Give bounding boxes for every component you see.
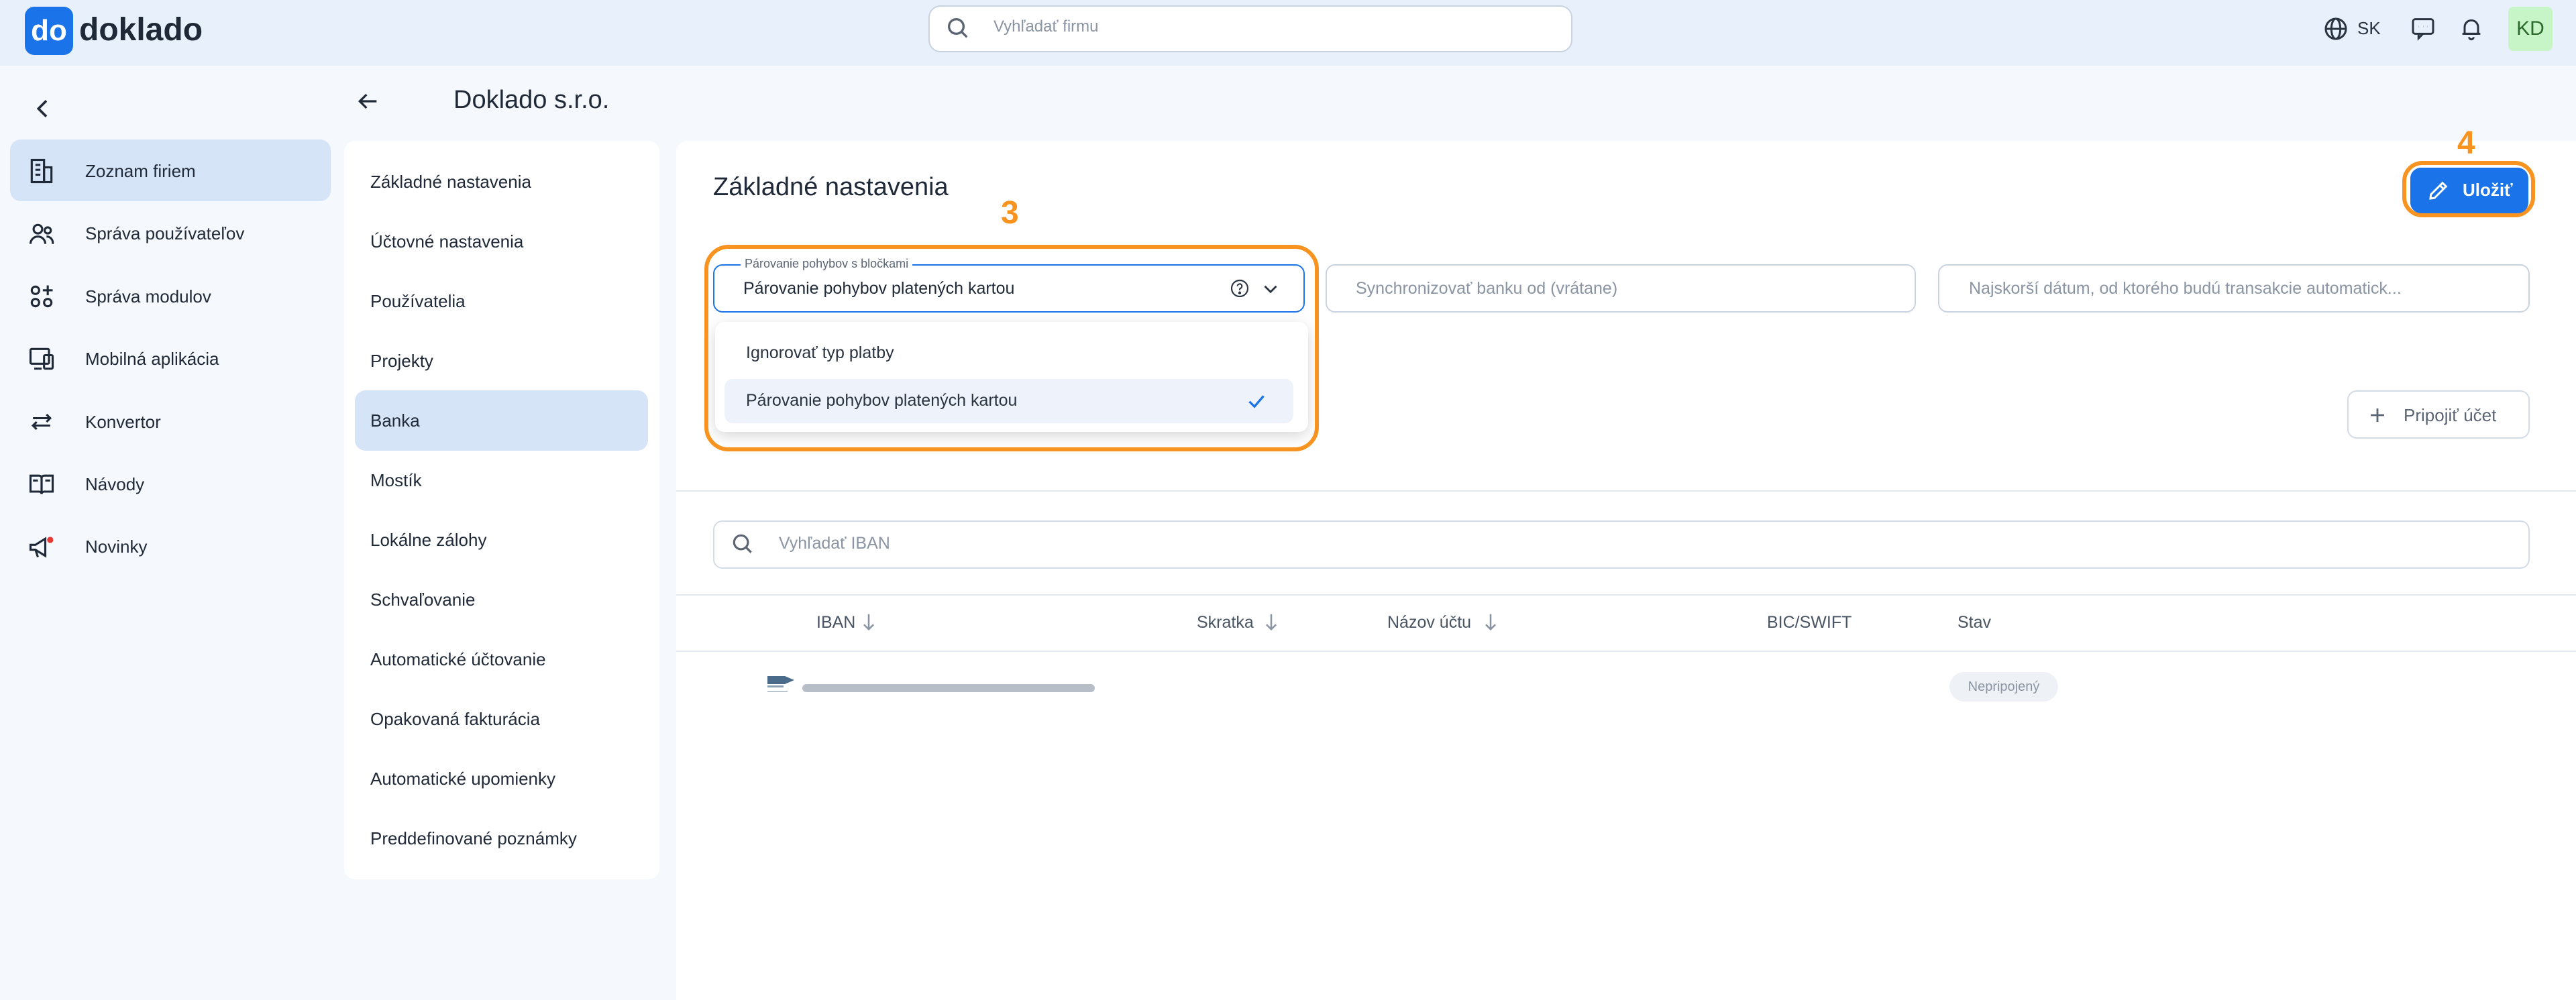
settings-menu-label: Účtovné nastavenia bbox=[370, 231, 524, 252]
users-icon bbox=[29, 223, 54, 244]
settings-menu-label: Používatelia bbox=[370, 291, 466, 311]
connect-account-button[interactable]: Pripojiť účet bbox=[2347, 390, 2530, 439]
sort-arrow-icon[interactable] bbox=[1481, 610, 1500, 633]
settings-menu-label: Preddefinované poznámky bbox=[370, 828, 577, 848]
megaphone-icon bbox=[29, 537, 54, 558]
column-header-iban[interactable]: IBAN bbox=[816, 613, 855, 632]
search-icon bbox=[733, 534, 752, 553]
page-title: Doklado s.r.o. bbox=[453, 86, 610, 114]
logo-text[interactable]: doklado bbox=[79, 9, 203, 51]
sync-bank-from-placeholder: Synchronizovať banku od (vrátane) bbox=[1356, 279, 1618, 298]
company-search-placeholder: Vyhľadať firmu bbox=[994, 17, 1099, 36]
save-button-label: Uložiť bbox=[2463, 180, 2513, 200]
sidebar-item-label: Konvertor bbox=[85, 412, 161, 432]
back-arrow-icon[interactable] bbox=[354, 88, 381, 115]
globe-icon[interactable] bbox=[2322, 15, 2349, 42]
convert-icon bbox=[31, 413, 52, 431]
settings-menu-label: Lokálne zálohy bbox=[370, 530, 487, 550]
sidebar-item-label: Novinky bbox=[85, 537, 148, 557]
chat-icon[interactable] bbox=[2410, 15, 2436, 42]
user-avatar[interactable]: KD bbox=[2508, 7, 2553, 51]
table-header-border bbox=[676, 651, 2576, 652]
settings-menu-label: Banka bbox=[370, 410, 420, 431]
sort-arrow-icon[interactable] bbox=[859, 610, 878, 633]
pencil-icon bbox=[2429, 181, 2448, 200]
table-top-border bbox=[676, 594, 2576, 596]
modules-icon bbox=[30, 285, 53, 308]
book-icon bbox=[29, 474, 54, 494]
sort-arrow-icon[interactable] bbox=[1262, 610, 1281, 633]
bell-icon[interactable] bbox=[2458, 15, 2485, 42]
building-icon bbox=[30, 158, 53, 184]
search-icon bbox=[948, 18, 968, 38]
settings-menu-label: Automatické upomienky bbox=[370, 769, 556, 789]
status-badge: Nepripojený bbox=[1949, 672, 2058, 702]
iban-search-placeholder: Vyhľadať IBAN bbox=[779, 534, 890, 553]
sidebar-item-guides[interactable] bbox=[10, 453, 331, 514]
save-button[interactable]: Uložiť bbox=[2410, 168, 2528, 213]
annotation-step-4: 4 bbox=[2457, 125, 2475, 161]
sidebar-item-label: Zoznam firiem bbox=[85, 161, 196, 181]
annotation-highlight-dropdown bbox=[704, 245, 1319, 451]
collapse-sidebar-icon[interactable] bbox=[30, 95, 56, 122]
plus-icon bbox=[2371, 408, 2384, 422]
sidebar-item-label: Správa používateľov bbox=[85, 223, 245, 243]
settings-menu-label: Schvaľovanie bbox=[370, 590, 476, 610]
column-header-bic-swift: BIC/SWIFT bbox=[1767, 613, 1852, 632]
settings-menu-label: Základné nastavenia bbox=[370, 172, 531, 192]
column-header-status: Stav bbox=[1957, 613, 1992, 632]
sidebar-item-converter[interactable] bbox=[10, 390, 331, 452]
section-title: Základné nastavenia bbox=[713, 173, 949, 201]
logo-mark[interactable]: do bbox=[25, 7, 73, 55]
annotation-step-3: 3 bbox=[1001, 195, 1019, 231]
divider bbox=[676, 490, 2576, 492]
column-header-account-name[interactable]: Názov účtu bbox=[1387, 613, 1471, 632]
mobile-app-icon bbox=[29, 347, 54, 370]
column-header-abbreviation[interactable]: Skratka bbox=[1197, 613, 1254, 632]
sidebar-item-news[interactable] bbox=[10, 516, 331, 577]
connect-account-label: Pripojiť účet bbox=[2404, 405, 2497, 425]
sidebar-item-label: Návody bbox=[85, 474, 145, 494]
settings-menu-label: Opakovaná fakturácia bbox=[370, 709, 540, 729]
iban-value-redacted bbox=[802, 684, 1095, 692]
settings-menu-label: Projekty bbox=[370, 351, 433, 371]
iban-search-input[interactable] bbox=[713, 520, 2530, 569]
language-selector[interactable]: SK bbox=[2357, 18, 2381, 39]
settings-menu-label: Mostík bbox=[370, 470, 422, 490]
earliest-date-placeholder: Najskorší dátum, od ktorého budú transak… bbox=[1969, 279, 2402, 298]
settings-menu-label: Automatické účtovanie bbox=[370, 649, 546, 669]
bank-logo-icon bbox=[767, 676, 794, 692]
sidebar-item-label: Správa modulov bbox=[85, 286, 211, 307]
sidebar-item-label: Mobilná aplikácia bbox=[85, 349, 219, 369]
